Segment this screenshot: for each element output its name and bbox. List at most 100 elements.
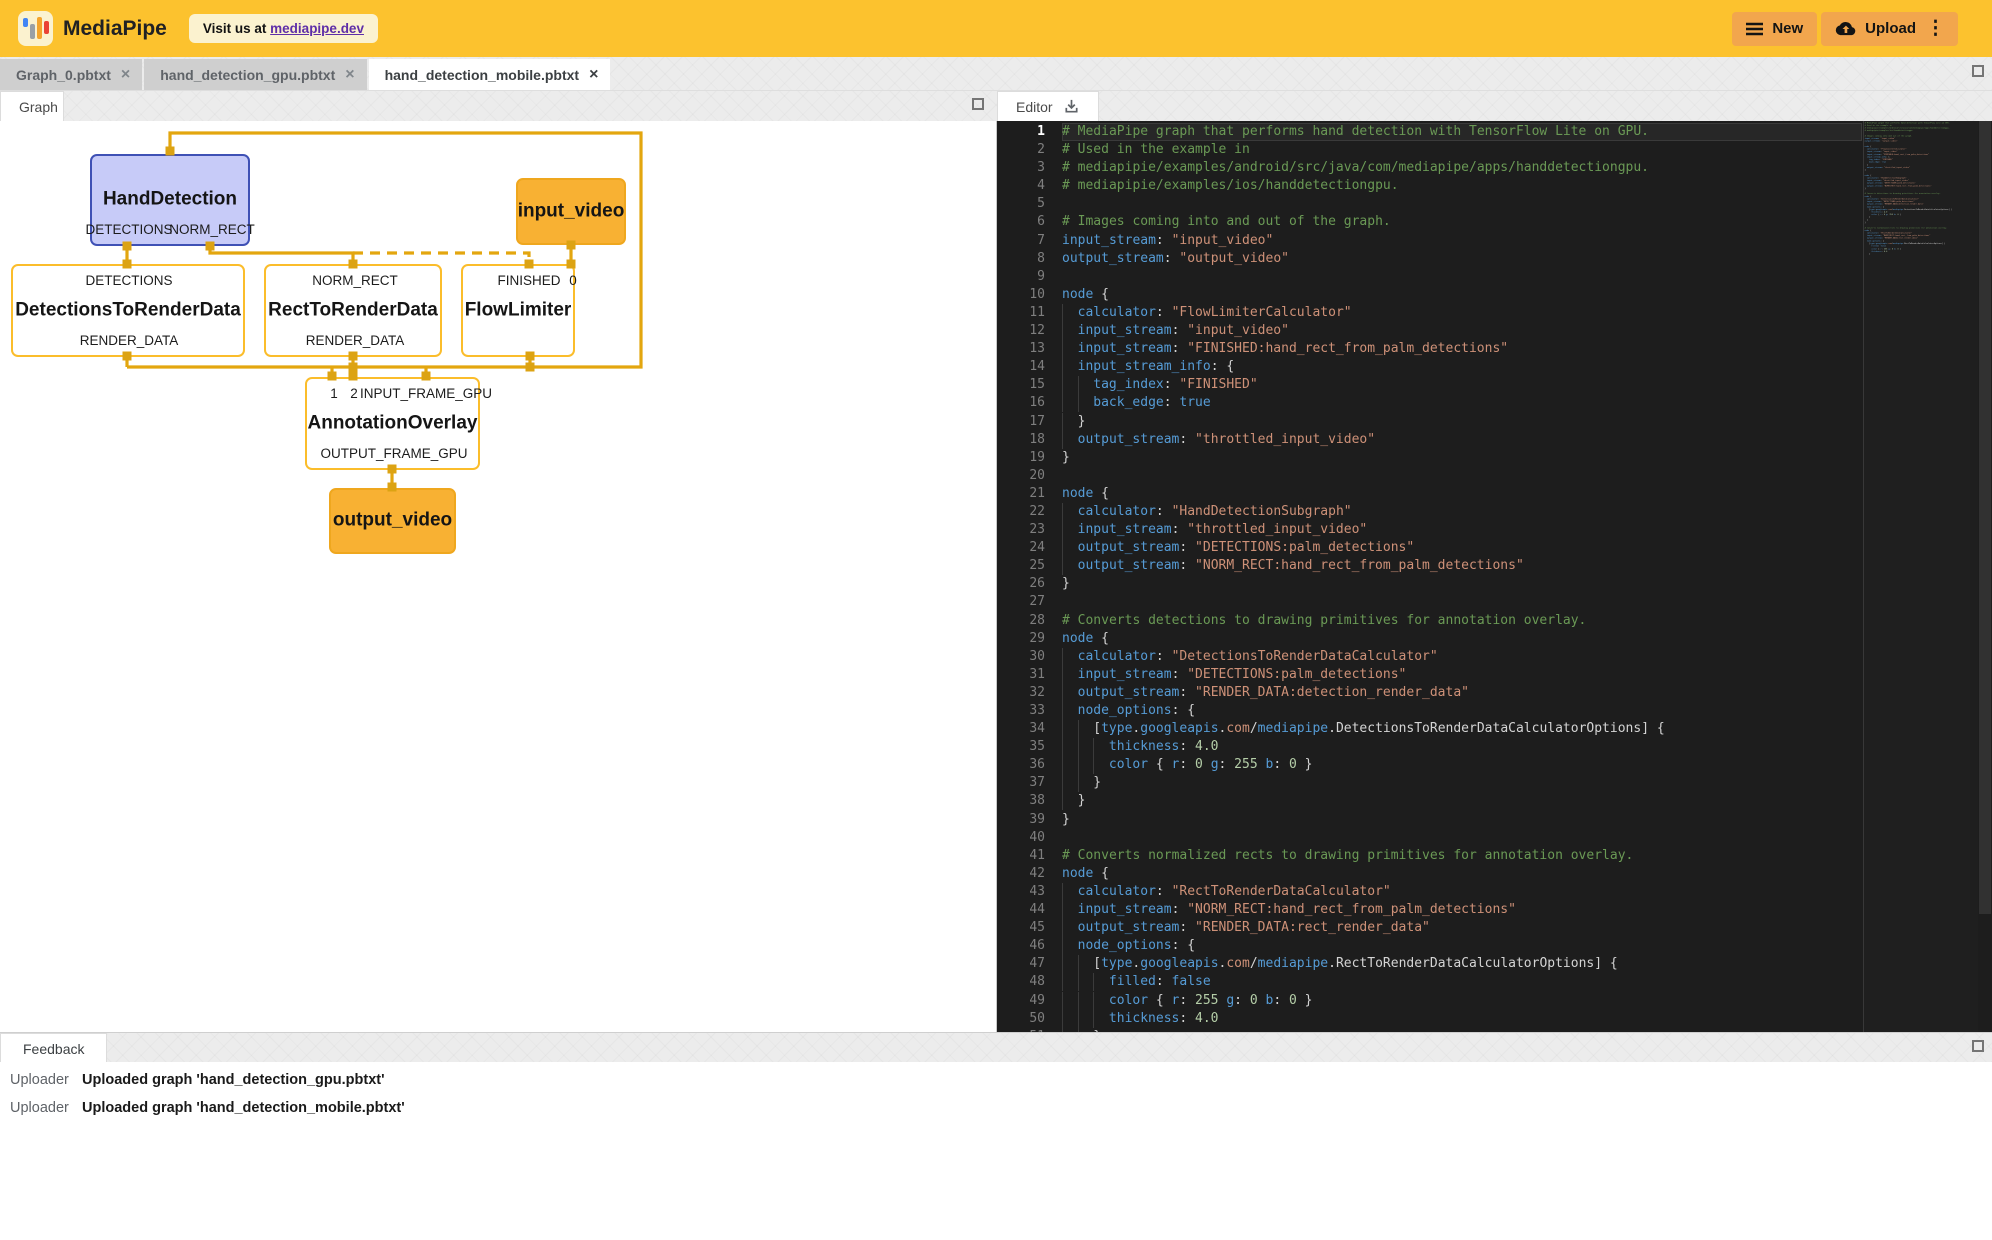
close-tab-icon[interactable]: ×	[589, 67, 598, 83]
feedback-row: UploaderUploaded graph 'hand_detection_g…	[0, 1066, 1992, 1094]
feedback-source: Uploader	[10, 1100, 72, 1116]
maximize-tabstrip-icon[interactable]	[1972, 65, 1984, 77]
graph-node-HandDetection[interactable]: HandDetectionDETECTIONSNORM_RECT	[90, 154, 250, 246]
feedback-source: Uploader	[10, 1072, 72, 1088]
graph-panel-tab[interactable]: Graph	[0, 91, 64, 121]
visit-label: Visit us at	[203, 21, 267, 36]
close-tab-icon[interactable]: ×	[121, 67, 130, 83]
editor-panel-tab[interactable]: Editor	[997, 91, 1099, 121]
maximize-graph-panel-icon[interactable]	[972, 98, 984, 110]
editor-scrollbar-thumb[interactable]	[1979, 121, 1991, 914]
visit-pill: Visit us at mediapipe.dev	[189, 14, 378, 43]
code-line: 21node {	[997, 485, 1862, 503]
graph-node-AnnotationOverlay[interactable]: AnnotationOverlay12INPUT_FRAME_GPUOUTPUT…	[305, 377, 480, 470]
code-line: 29node {	[997, 630, 1862, 648]
line-number: 43	[997, 883, 1062, 901]
code-lines: 1# MediaPipe graph that performs hand de…	[997, 123, 1862, 1032]
code-line: 37}	[997, 774, 1862, 792]
code-line: 31input_stream: "DETECTIONS:palm_detecti…	[997, 666, 1862, 684]
code-line: 36color { r: 0 g: 255 b: 0 }	[997, 756, 1862, 774]
graph-panel-tab-label: Graph	[19, 99, 58, 115]
code-line: 2# Used in the example in	[997, 141, 1862, 159]
graph-canvas[interactable]: HandDetectionDETECTIONSNORM_RECT input_vi…	[0, 121, 997, 1032]
code-line: 39}	[997, 811, 1862, 829]
node-port: FINISHED	[497, 273, 560, 288]
line-number: 12	[997, 322, 1062, 340]
panel-header-strip: Graph Editor	[0, 91, 1992, 121]
line-number: 11	[997, 304, 1062, 322]
code-line: 28# Converts detections to drawing primi…	[997, 612, 1862, 630]
node-port: RENDER_DATA	[80, 333, 179, 348]
code-line: 7input_stream: "input_video"	[997, 232, 1862, 250]
cloud-upload-icon	[1835, 21, 1856, 36]
node-port: DETECTIONS	[85, 273, 172, 288]
graph-node-RectToRenderData[interactable]: RectToRenderDataNORM_RECTRENDER_DATA	[264, 264, 442, 357]
file-tab-hand_detection_mobile.pbtxt[interactable]: hand_detection_mobile.pbtxt×	[369, 59, 611, 90]
code-line: 50thickness: 4.0	[997, 1010, 1862, 1028]
code-line: 16back_edge: true	[997, 394, 1862, 412]
code-line: 19}	[997, 449, 1862, 467]
line-number: 7	[997, 232, 1062, 250]
editor-scrollbar[interactable]	[1978, 121, 1992, 1032]
upload-button[interactable]: Upload ⋮	[1821, 12, 1958, 46]
mediapipe-dev-link[interactable]: mediapipe.dev	[270, 21, 364, 36]
line-number: 49	[997, 992, 1062, 1010]
node-port: 2	[350, 386, 358, 401]
line-number: 9	[997, 268, 1062, 286]
maximize-feedback-panel-icon[interactable]	[1972, 1040, 1984, 1052]
download-icon[interactable]	[1063, 98, 1080, 115]
line-number: 13	[997, 340, 1062, 358]
line-number: 1	[997, 123, 1062, 141]
line-number: 24	[997, 539, 1062, 557]
line-number: 41	[997, 847, 1062, 865]
file-tab-Graph_0.pbtxt[interactable]: Graph_0.pbtxt×	[0, 59, 142, 90]
upload-button-label: Upload	[1865, 20, 1916, 37]
code-line: 13input_stream: "FINISHED:hand_rect_from…	[997, 340, 1862, 358]
line-number: 36	[997, 756, 1062, 774]
line-number: 47	[997, 955, 1062, 973]
app-header: MediaPipe Visit us at mediapipe.dev New …	[0, 0, 1992, 57]
graph-node-input_video[interactable]: input_video	[516, 178, 626, 245]
minimap[interactable]: # MediaPipe graph that performs hand det…	[1863, 121, 1978, 1032]
code-line: 15tag_index: "FINISHED"	[997, 376, 1862, 394]
file-tab-label: hand_detection_gpu.pbtxt	[160, 67, 335, 83]
code-line: 14input_stream_info: {	[997, 358, 1862, 376]
graph-node-output_video[interactable]: output_video	[329, 488, 456, 554]
code-line: 34[type.googleapis.com/mediapipe.Detecti…	[997, 720, 1862, 738]
line-number: 28	[997, 612, 1062, 630]
code-line: 20	[997, 467, 1862, 485]
upload-menu-kebab-icon[interactable]: ⋮	[1926, 17, 1944, 40]
feedback-panel-tab[interactable]: Feedback	[0, 1033, 107, 1063]
line-number: 14	[997, 358, 1062, 376]
code-line: 24output_stream: "DETECTIONS:palm_detect…	[997, 539, 1862, 557]
hamburger-icon	[1746, 22, 1763, 36]
line-number: 18	[997, 431, 1062, 449]
graph-node-FlowLimiter[interactable]: FlowLimiterFINISHED0	[461, 264, 575, 357]
feedback-strip: Feedback	[0, 1032, 1992, 1062]
code-line: 12input_stream: "input_video"	[997, 322, 1862, 340]
minimap-code: # MediaPipe graph that performs hand det…	[1864, 121, 1978, 255]
new-button[interactable]: New	[1732, 12, 1817, 46]
code-line: 35thickness: 4.0	[997, 738, 1862, 756]
close-tab-icon[interactable]: ×	[345, 67, 354, 83]
code-line: 40	[997, 829, 1862, 847]
code-line: 17}	[997, 413, 1862, 431]
line-number: 2	[997, 141, 1062, 159]
code-line: 33node_options: {	[997, 702, 1862, 720]
node-port: DETECTIONS	[85, 222, 172, 237]
code-line: 27	[997, 593, 1862, 611]
node-port: NORM_RECT	[169, 222, 255, 237]
code-line: 22calculator: "HandDetectionSubgraph"	[997, 503, 1862, 521]
line-number: 16	[997, 394, 1062, 412]
code-line: 32output_stream: "RENDER_DATA:detection_…	[997, 684, 1862, 702]
code-line: 48filled: false	[997, 973, 1862, 991]
code-line: 26}	[997, 575, 1862, 593]
code-line: 8output_stream: "output_video"	[997, 250, 1862, 268]
graph-node-DetectionsToRenderData[interactable]: DetectionsToRenderDataDETECTIONSRENDER_D…	[11, 264, 245, 357]
line-number: 48	[997, 973, 1062, 991]
node-port: 1	[330, 386, 338, 401]
file-tab-strip: Graph_0.pbtxt×hand_detection_gpu.pbtxt×h…	[0, 57, 1992, 91]
code-line: 38}	[997, 792, 1862, 810]
file-tab-hand_detection_gpu.pbtxt[interactable]: hand_detection_gpu.pbtxt ×	[144, 59, 366, 90]
code-editor[interactable]: 1 # MediaPipe graph that performs hand de…	[997, 121, 1992, 1032]
